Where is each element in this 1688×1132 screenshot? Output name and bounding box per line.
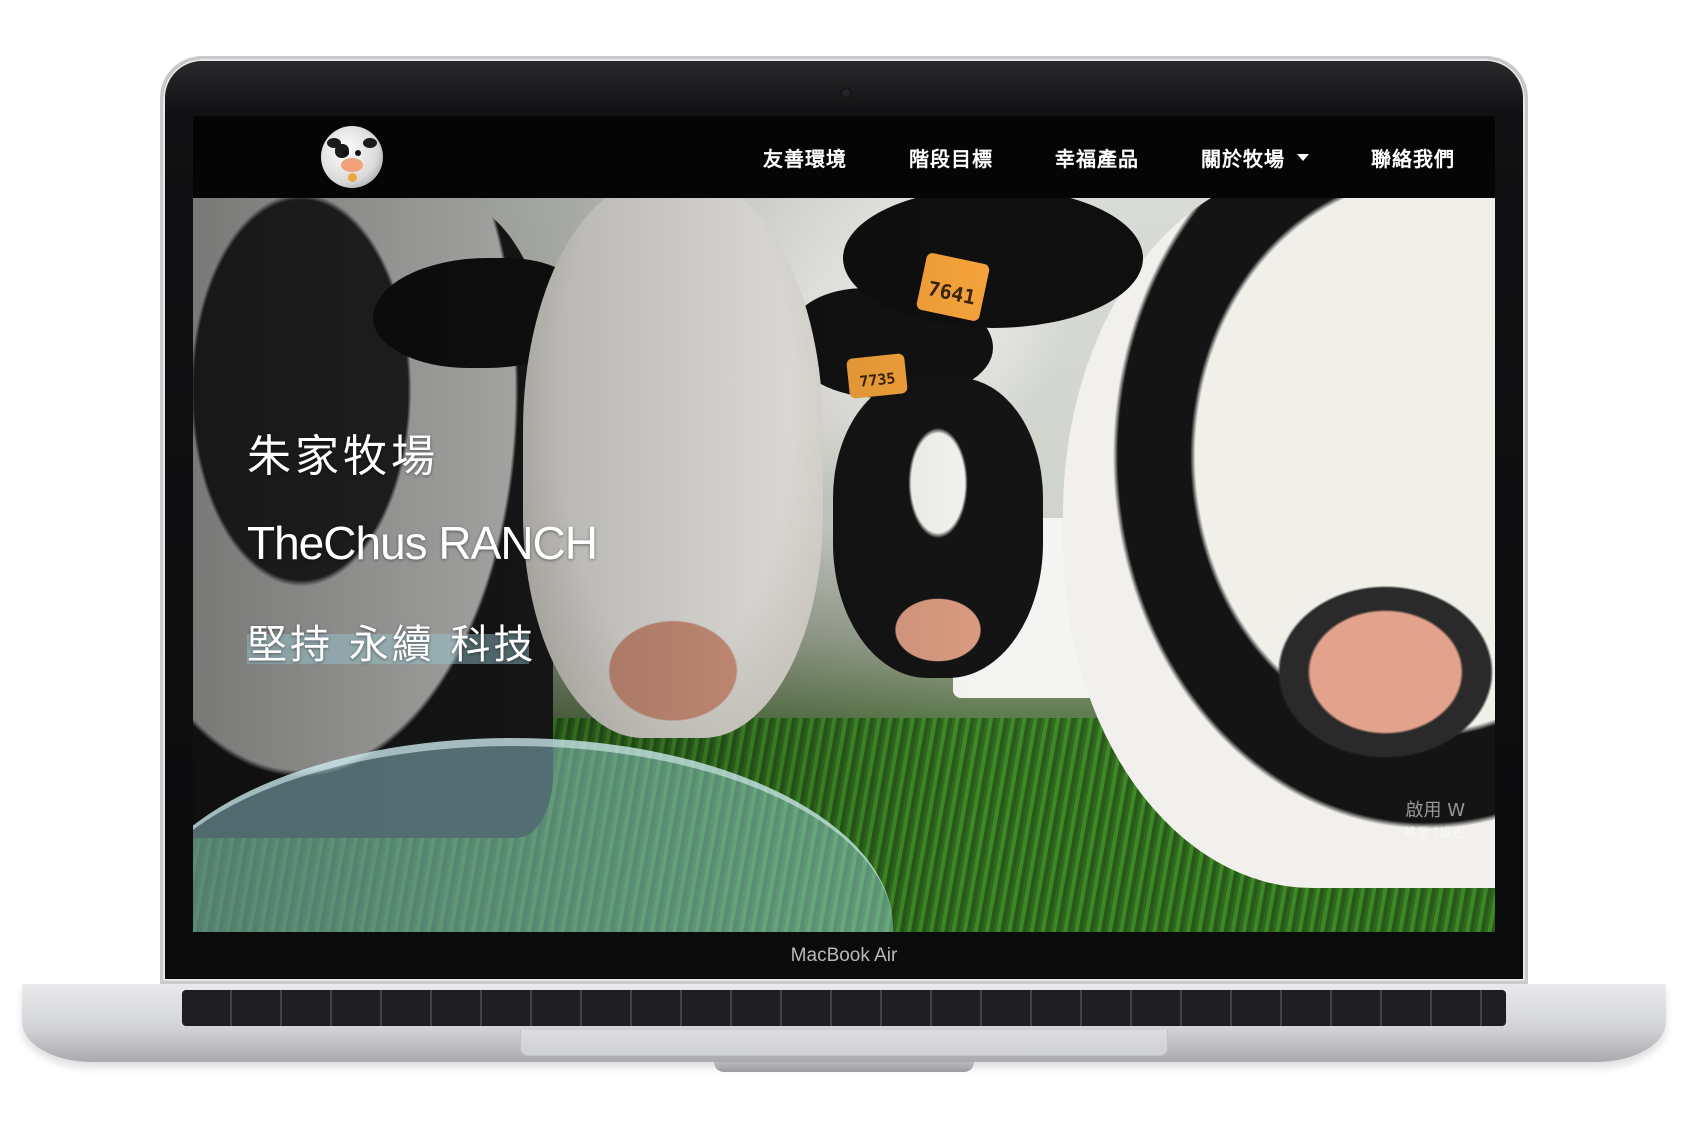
activation-watermark-line1: 啟用 W: [1405, 800, 1465, 821]
camera-icon: [842, 89, 850, 97]
laptop-lid: 友善環境 階段目標 幸福產品 關於牧場 聯絡我們 朱家牧場 TheChus RA…: [160, 56, 1528, 984]
nav-item-label: 關於牧場: [1201, 146, 1285, 171]
trackpad: [520, 1030, 1168, 1056]
hero-slogan: 堅持 永續 科技: [247, 622, 537, 668]
device-label: MacBook Air: [790, 945, 898, 966]
navbar: 友善環境 階段目標 幸福產品 關於牧場 聯絡我們: [193, 116, 1495, 198]
hero-banner: 7641 7735 朱家牧場 TheChus RANCH 堅持 永續 科技 啟用…: [193, 198, 1495, 932]
nav-item-stage-goals[interactable]: 階段目標: [909, 143, 993, 172]
nav-item-label: 幸福產品: [1055, 146, 1139, 171]
hero-title-zh: 朱家牧場: [247, 431, 439, 482]
keyboard: [182, 990, 1506, 1026]
nav-item-label: 階段目標: [909, 146, 993, 171]
screen: 友善環境 階段目標 幸福產品 關於牧場 聯絡我們 朱家牧場 TheChus RA…: [193, 116, 1495, 932]
lid-notch: [714, 1062, 974, 1072]
nav-item-label: 友善環境: [763, 146, 847, 171]
cow-logo-icon[interactable]: [321, 126, 383, 188]
nav-item-about-ranch[interactable]: 關於牧場: [1201, 143, 1309, 172]
activation-watermark-line2: 移至 [設定: [1403, 826, 1465, 841]
nav-item-friendly-environment[interactable]: 友善環境: [763, 143, 847, 172]
nav-item-contact[interactable]: 聯絡我們: [1371, 143, 1455, 172]
caret-down-icon: [1297, 153, 1309, 161]
hero-title-en: TheChus RANCH: [247, 517, 598, 569]
nav-item-happy-products[interactable]: 幸福產品: [1055, 143, 1139, 172]
nav-links: 友善環境 階段目標 幸福產品 關於牧場 聯絡我們: [701, 116, 1455, 198]
nav-item-label: 聯絡我們: [1371, 146, 1455, 171]
